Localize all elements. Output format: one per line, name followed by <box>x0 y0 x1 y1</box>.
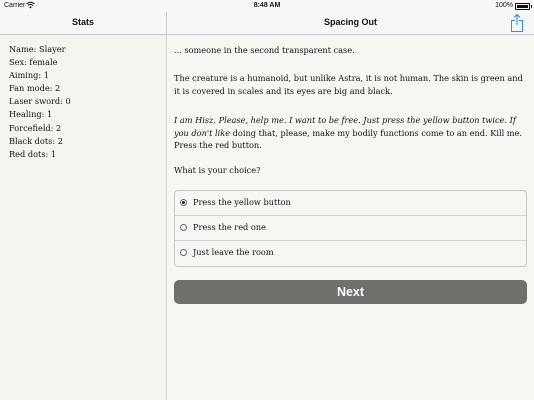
next-button[interactable]: Next <box>174 280 527 304</box>
radio-icon[interactable] <box>180 224 187 231</box>
clock-label: 8:48 AM <box>253 2 281 9</box>
stats-sidebar: Name: Slayer Sex: female Aiming: 1 Fan m… <box>0 35 167 400</box>
stat-black-dots: Black dots: 2 <box>9 135 63 146</box>
choice-label: Just leave the room <box>193 247 274 257</box>
choice-option-leave[interactable]: Just leave the room <box>175 241 526 266</box>
stat-red-dots: Red dots: 1 <box>9 148 57 159</box>
choice-option-red[interactable]: Press the red one <box>175 216 526 241</box>
battery-fill <box>517 5 528 8</box>
stat-sex: Sex: female <box>9 57 58 68</box>
choice-label: Press the red one <box>193 222 266 232</box>
battery-icon <box>515 3 532 10</box>
radio-icon[interactable] <box>180 249 187 256</box>
stat-fan-mode: Fan mode: 2 <box>9 83 61 94</box>
page-title: Spacing Out <box>323 17 377 27</box>
stats-list: Name: Slayer Sex: female Aiming: 1 Fan m… <box>9 43 71 161</box>
main-nav-bar: Spacing Out <box>167 12 534 35</box>
stat-aiming: Aiming: 1 <box>9 70 49 81</box>
sidebar-title: Stats <box>71 17 94 27</box>
stat-name: Name: Slayer <box>9 44 66 54</box>
stat-healing: Healing: 1 <box>9 109 53 120</box>
stat-laser-sword: Laser sword: 0 <box>9 96 71 107</box>
radio-selected-icon[interactable] <box>180 199 187 206</box>
story-paragraph: The creature is a humanoid, but unlike A… <box>174 73 523 96</box>
stat-forcefield: Forcefield: 2 <box>9 122 62 133</box>
battery-percent: 100% <box>495 2 513 9</box>
status-bar: Carrier 8:48 AM 100% <box>0 0 534 12</box>
story-paragraph: ... someone in the second transparent ca… <box>174 45 355 55</box>
share-icon[interactable] <box>509 13 525 33</box>
choice-list: Press the yellow button Press the red on… <box>174 190 527 267</box>
story-quote: I am Hisz. Please, help me. I want to be… <box>174 114 526 152</box>
choice-prompt: What is your choice? <box>174 165 261 175</box>
choice-label: Press the yellow button <box>193 197 291 207</box>
sidebar-nav-bar: Stats <box>0 12 167 35</box>
choice-option-yellow[interactable]: Press the yellow button <box>175 191 526 216</box>
